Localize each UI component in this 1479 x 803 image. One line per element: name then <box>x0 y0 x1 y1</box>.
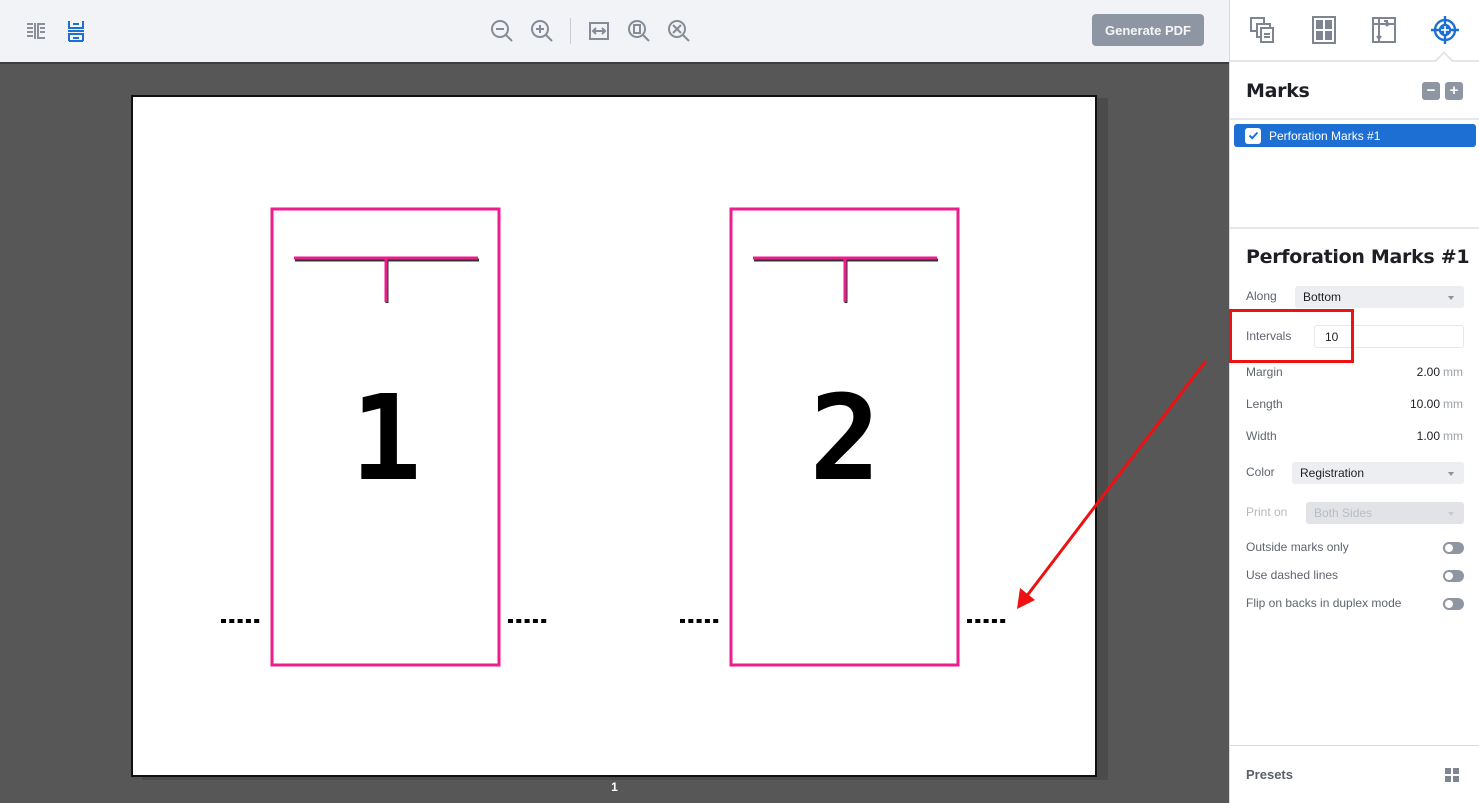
intervals-input[interactable] <box>1314 325 1464 348</box>
sheet-drawing: 12 <box>221 207 1006 667</box>
perforation-mark <box>541 619 547 623</box>
margin-label: Margin <box>1246 365 1283 379</box>
fit-width-icon[interactable] <box>586 18 612 44</box>
width-label: Width <box>1246 429 1277 443</box>
color-label: Color <box>1246 465 1275 479</box>
length-label: Length <box>1246 397 1283 411</box>
along-select[interactable]: Bottom <box>1295 286 1464 308</box>
perforation-mark <box>967 619 972 623</box>
settings-panel: Marks − + Perforation Marks #1 Perforati… <box>1229 0 1479 803</box>
perforation-mark <box>524 619 530 623</box>
presets-label[interactable]: Presets <box>1246 767 1293 782</box>
layout-tab-icon[interactable] <box>1308 14 1340 46</box>
perforation-mark <box>221 619 226 623</box>
active-tab-pointer <box>1434 51 1454 71</box>
checkmark-icon <box>1248 131 1258 140</box>
perforation-mark <box>688 619 694 623</box>
width-unit: mm <box>1443 429 1463 443</box>
marks-heading: Marks <box>1246 80 1310 102</box>
toolbar-divider <box>570 18 571 44</box>
width-value: 1.00 <box>1416 429 1440 443</box>
perforation-mark <box>983 619 989 623</box>
width-field[interactable]: 1.00 mm <box>1417 429 1463 443</box>
perforation-mark <box>991 619 997 623</box>
perforation-mark <box>1000 619 1006 623</box>
properties-heading: Perforation Marks #1 <box>1246 246 1470 268</box>
side-by-side-view-icon[interactable] <box>23 18 49 44</box>
generate-pdf-button[interactable]: Generate PDF <box>1092 14 1204 46</box>
add-mark-button[interactable]: + <box>1445 82 1463 100</box>
sizing-tab-icon[interactable] <box>1368 14 1400 46</box>
preview-canvas[interactable]: 12 1 <box>0 62 1229 803</box>
divider <box>1230 227 1479 229</box>
perforation-mark <box>245 619 251 623</box>
length-value: 10.00 <box>1409 397 1440 411</box>
along-label: Along <box>1246 289 1277 303</box>
perforation-mark <box>229 619 235 623</box>
zoom-actual-icon[interactable] <box>626 18 652 44</box>
tile-number: 2 <box>809 369 880 507</box>
zoom-in-icon[interactable] <box>529 18 555 44</box>
color-select[interactable]: Registration <box>1292 462 1464 484</box>
pages-tab-icon[interactable] <box>1247 14 1279 46</box>
perforation-mark <box>532 619 538 623</box>
chevron-down-icon <box>1448 512 1454 516</box>
tile-number: 1 <box>350 369 421 507</box>
grid-icon[interactable] <box>1445 768 1459 782</box>
mark-enabled-checkbox[interactable] <box>1245 127 1261 144</box>
panel-tab-bar <box>1230 0 1479 71</box>
length-unit: mm <box>1443 397 1463 411</box>
margin-value: 2.00 <box>1416 365 1440 379</box>
perforation-mark <box>508 619 513 623</box>
perforation-mark <box>975 619 981 623</box>
app-window: Generate PDF 12 1 Marks − + Perforation … <box>0 0 1479 803</box>
chevron-down-icon <box>1448 472 1454 476</box>
remove-mark-button[interactable]: − <box>1422 82 1440 100</box>
outside-marks-only-toggle[interactable] <box>1443 542 1464 554</box>
perforation-mark <box>516 619 522 623</box>
zoom-fit-icon[interactable] <box>666 18 692 44</box>
mark-item-label: Perforation Marks #1 <box>1269 128 1381 143</box>
print-on-label: Print on <box>1246 505 1288 519</box>
perforation-mark <box>680 619 685 623</box>
top-toolbar: Generate PDF <box>0 0 1229 62</box>
intervals-label: Intervals <box>1246 329 1292 343</box>
toggle-label: Outside marks only <box>1246 540 1349 554</box>
sheet-page: 12 <box>131 95 1097 777</box>
chevron-down-icon <box>1448 296 1454 300</box>
print-on-value: Both Sides <box>1314 506 1373 520</box>
stacked-view-icon[interactable] <box>63 18 89 44</box>
margin-field[interactable]: 2.00 mm <box>1417 365 1463 379</box>
perforation-mark <box>696 619 702 623</box>
page-number: 1 <box>611 780 618 794</box>
divider <box>1230 118 1479 120</box>
perforation-mark <box>237 619 243 623</box>
color-value: Registration <box>1300 466 1365 480</box>
zoom-out-icon[interactable] <box>489 18 515 44</box>
toggle-label: Flip on backs in duplex mode <box>1246 596 1402 610</box>
flip-on-backs-toggle[interactable] <box>1443 598 1464 610</box>
length-field[interactable]: 10.00 mm <box>1410 397 1463 411</box>
along-value: Bottom <box>1303 290 1342 304</box>
perforation-mark <box>254 619 260 623</box>
toggle-label: Use dashed lines <box>1246 568 1339 582</box>
print-on-select[interactable]: Both Sides <box>1306 502 1464 524</box>
use-dashed-lines-toggle[interactable] <box>1443 570 1464 582</box>
margin-unit: mm <box>1443 365 1463 379</box>
divider <box>1230 745 1479 746</box>
marks-list-item[interactable]: Perforation Marks #1 <box>1234 124 1476 147</box>
perforation-mark <box>713 619 719 623</box>
marks-tab-icon[interactable] <box>1429 14 1461 46</box>
perforation-mark <box>704 619 710 623</box>
